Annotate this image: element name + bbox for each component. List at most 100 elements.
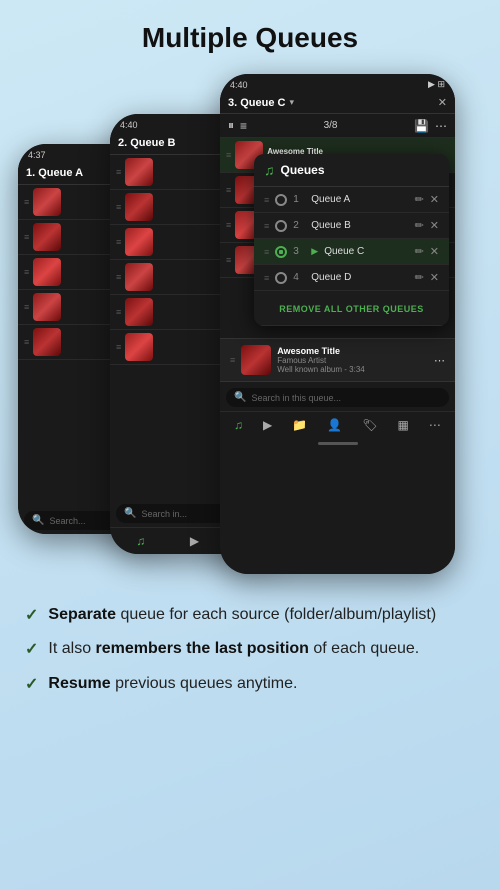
album-art (33, 293, 61, 321)
feature-item-1: ✓ Separate queue for each source (folder… (25, 604, 470, 626)
delete-icon-c[interactable]: ✕ (430, 245, 439, 258)
queue-name-2: 2. Queue B (118, 137, 175, 149)
play-nav-icon[interactable]: ▶ (190, 534, 199, 548)
edit-icon-d[interactable]: ✏ (415, 271, 424, 284)
feature-text-3: Resume previous queues anytime. (48, 673, 297, 695)
queue-controls-3: ⏸ ≡ 3/8 💾 ⋯ (220, 114, 455, 138)
drag-handle: ≡ (116, 342, 121, 352)
delete-icon-b[interactable]: ✕ (430, 219, 439, 232)
queues-overlay: ♫ Queues ≡ 1 Queue A ✏ ✕ ≡ 2 Queue B ✏ ✕ (254, 154, 449, 326)
now-playing-time: Well known album - 3:34 (277, 365, 428, 374)
now-playing-thumb (241, 345, 271, 375)
equalizer-nav-icon[interactable]: ▦ (398, 418, 409, 432)
status-bar-3: 4:40 ▶ ⊞ (220, 74, 455, 92)
queue-nav-icon[interactable]: ♫ (234, 418, 243, 432)
drag-handle: ≡ (226, 185, 231, 195)
queue-num-d: 4 (293, 272, 305, 283)
feature-text-2: It also remembers the last position of e… (48, 638, 419, 660)
feature-item-2: ✓ It also remembers the last position of… (25, 638, 470, 660)
more-icon[interactable]: ⋯ (435, 119, 447, 133)
remove-all-button[interactable]: REMOVE ALL OTHER QUEUES (254, 291, 449, 326)
queue-label-a: Queue A (311, 194, 408, 205)
now-playing-info: Awesome Title Famous Artist Well known a… (277, 346, 428, 374)
phones-showcase: 4:37 ▶ 1. Queue A ▶ ≡ ≡ ≡ (0, 64, 500, 584)
now-playing-bar: ≡ Awesome Title Famous Artist Well known… (220, 338, 455, 382)
play-nav-icon[interactable]: ▶ (263, 418, 272, 432)
folder-nav-icon[interactable]: 📁 (292, 418, 307, 432)
album-art (33, 328, 61, 356)
drag-handle: ≡ (226, 255, 231, 265)
chevron-down-icon[interactable]: ▾ (289, 97, 294, 108)
album-art (125, 193, 153, 221)
queue-item-d[interactable]: ≡ 4 Queue D ✏ ✕ (254, 265, 449, 291)
drag-handle: ≡ (24, 337, 29, 347)
feature-item-3: ✓ Resume previous queues anytime. (25, 673, 470, 695)
queue-item-c[interactable]: ≡ 3 ▶ Queue C ✏ ✕ (254, 239, 449, 265)
queue-num-a: 1 (293, 194, 305, 205)
drag-handle: ≡ (264, 221, 269, 231)
album-art (125, 263, 153, 291)
album-art (33, 258, 61, 286)
check-icon-3: ✓ (25, 674, 38, 694)
queue-name-3: 3. Queue C (228, 97, 285, 109)
now-playing-artist: Famous Artist (277, 356, 428, 365)
search-icon: 🔍 (234, 392, 246, 403)
drag-handle: ≡ (226, 150, 231, 160)
search-icon: 🔍 (32, 515, 44, 526)
playing-indicator-icon: ▶ (311, 246, 318, 257)
now-playing-title: Awesome Title (277, 346, 428, 356)
drag-handle: ≡ (230, 355, 235, 365)
home-indicator (318, 442, 358, 445)
queue-num-c: 3 (293, 246, 305, 257)
time-1: 4:37 (28, 150, 46, 160)
edit-icon-b[interactable]: ✏ (415, 219, 424, 232)
check-icon-2: ✓ (25, 639, 38, 659)
drag-handle: ≡ (24, 267, 29, 277)
sort-icon[interactable]: ≡ (240, 119, 247, 133)
more-options-icon[interactable]: ⋯ (434, 354, 445, 367)
delete-icon-d[interactable]: ✕ (430, 271, 439, 284)
bottom-nav-3: ♫ ▶ 📁 👤 🏷 ▦ ⋯ (220, 411, 455, 438)
album-art (33, 188, 61, 216)
check-icon-1: ✓ (25, 605, 38, 625)
delete-icon-a[interactable]: ✕ (430, 193, 439, 206)
phone-3: 4:40 ▶ ⊞ 3. Queue C ▾ ✕ ⏸ ≡ 3/8 💾 ⋯ (220, 74, 455, 574)
feature-text-1: Separate queue for each source (folder/a… (48, 604, 436, 626)
page-title: Multiple Queues (0, 0, 500, 64)
drag-handle: ≡ (24, 197, 29, 207)
edit-icon-c[interactable]: ✏ (415, 245, 424, 258)
close-icon[interactable]: ✕ (438, 96, 447, 109)
queue-label-b: Queue B (311, 220, 408, 231)
queue-label-d: Queue D (311, 272, 408, 283)
queue-radio-d[interactable] (275, 272, 287, 284)
tag-nav-icon[interactable]: 🏷 (362, 418, 377, 432)
drag-handle: ≡ (116, 272, 121, 282)
album-art (125, 333, 153, 361)
queue-header-3[interactable]: 3. Queue C ▾ ✕ (220, 92, 455, 114)
queue-nav-icon[interactable]: ♫ (136, 534, 145, 548)
drag-handle: ≡ (226, 220, 231, 230)
search-placeholder-3: Search in this queue... (251, 393, 341, 403)
drag-handle: ≡ (116, 167, 121, 177)
save-icon[interactable]: 💾 (414, 119, 429, 133)
album-art (125, 228, 153, 256)
time-3: 4:40 (230, 80, 248, 90)
queue-radio-c[interactable] (275, 246, 287, 258)
queue-item-b[interactable]: ≡ 2 Queue B ✏ ✕ (254, 213, 449, 239)
drag-handle: ≡ (264, 273, 269, 283)
queue-name-1: 1. Queue A (26, 167, 83, 179)
search-placeholder-2: Search in... (141, 509, 187, 519)
edit-icon-a[interactable]: ✏ (415, 193, 424, 206)
track-count: 3/8 (324, 120, 338, 131)
more-nav-icon[interactable]: ⋯ (429, 418, 441, 432)
drag-handle: ≡ (116, 307, 121, 317)
queue-radio-a[interactable] (275, 194, 287, 206)
person-nav-icon[interactable]: 👤 (327, 418, 342, 432)
queue-radio-b[interactable] (275, 220, 287, 232)
pause-icon[interactable]: ⏸ (228, 118, 234, 133)
search-bar-3[interactable]: 🔍 Search in this queue... (226, 388, 449, 407)
time-2: 4:40 (120, 120, 138, 130)
features-list: ✓ Separate queue for each source (folder… (0, 594, 500, 727)
album-art (33, 223, 61, 251)
queue-item-a[interactable]: ≡ 1 Queue A ✏ ✕ (254, 187, 449, 213)
